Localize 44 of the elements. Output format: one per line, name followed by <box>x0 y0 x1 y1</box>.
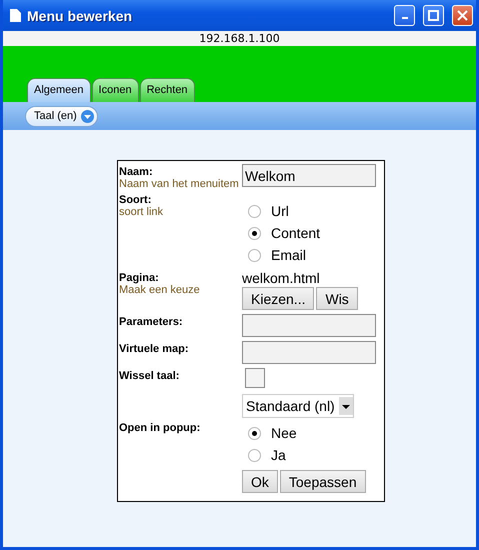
field-label: Soort: <box>119 194 152 206</box>
tab[interactable]: Rechten <box>140 78 195 102</box>
radio-button[interactable] <box>248 248 261 262</box>
language-select[interactable]: Standaard (nl) <box>242 394 354 418</box>
field-label: Virtuele map: <box>119 343 190 355</box>
minimize-button[interactable] <box>394 5 415 26</box>
form-button[interactable]: Toepassen <box>280 470 366 493</box>
caret-icon <box>80 110 94 122</box>
page-value: welkom.html <box>242 270 321 286</box>
radio-option[interactable]: Content <box>242 222 384 244</box>
radio-option[interactable]: Nee <box>242 422 384 444</box>
window-title: Menu bewerken <box>27 8 134 24</box>
text-field[interactable] <box>242 314 376 337</box>
caret-icon <box>338 397 353 415</box>
field-label: Parameters: <box>119 316 184 328</box>
field-hint: Maak een keuze <box>119 284 201 296</box>
field-label: Pagina: <box>119 272 160 284</box>
radio-option[interactable]: Email <box>242 244 384 266</box>
radio-button[interactable] <box>248 226 261 240</box>
radio-button[interactable] <box>248 204 261 218</box>
tab[interactable]: Iconen <box>92 78 139 102</box>
form-button[interactable]: Ok <box>242 470 278 493</box>
text-field[interactable] <box>242 341 376 364</box>
field-hint: Naam van het menuitem <box>119 178 240 190</box>
tab[interactable]: Algemeen <box>27 78 91 102</box>
close-icon <box>457 10 468 21</box>
checkbox[interactable] <box>245 368 265 388</box>
radio-option[interactable]: Url <box>242 200 384 222</box>
field-label: Open in popup: <box>119 422 202 434</box>
radio-button[interactable] <box>248 426 261 440</box>
maximize-button[interactable] <box>423 5 444 26</box>
document-icon <box>10 9 21 22</box>
radio-option[interactable]: Ja <box>242 444 384 466</box>
field-label: Wissel taal: <box>119 370 180 382</box>
field-hint: soort link <box>119 206 164 218</box>
field-label: Naam: <box>119 166 154 178</box>
text-field[interactable]: Welkom <box>242 164 376 187</box>
form-button[interactable]: Kiezen... <box>242 287 314 310</box>
language-button[interactable]: Taal (en) <box>25 106 98 126</box>
close-button[interactable] <box>452 5 473 26</box>
radio-button[interactable] <box>248 448 261 462</box>
address-text: 192.168.1.100 <box>3 31 476 46</box>
form-button[interactable]: Wis <box>316 287 358 310</box>
maximize-icon <box>428 10 439 21</box>
